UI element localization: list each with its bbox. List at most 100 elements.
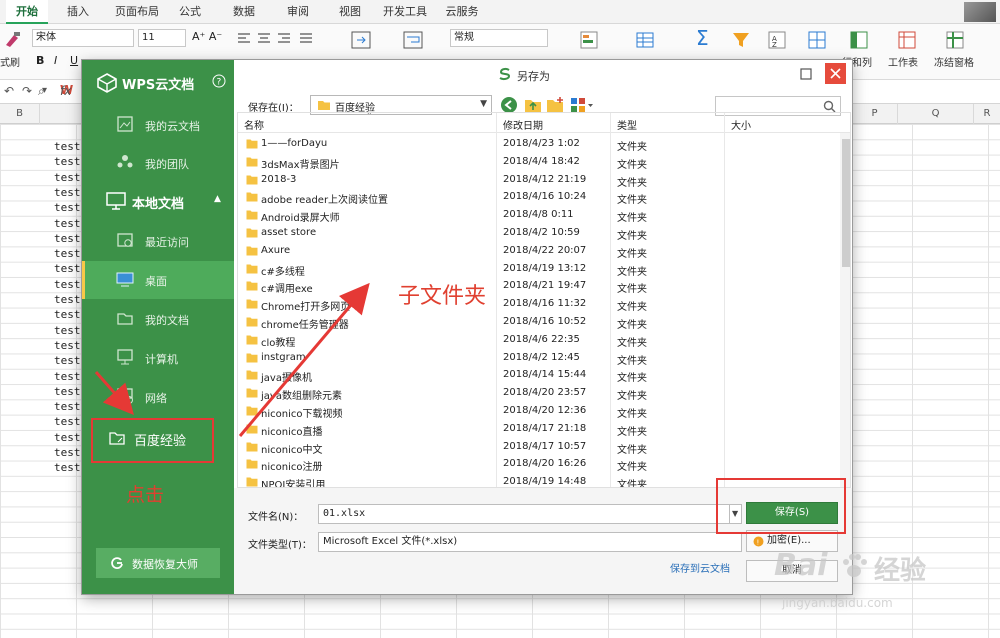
italic-icon[interactable]: I — [54, 54, 57, 67]
column-header-type[interactable]: 类型 — [617, 117, 637, 132]
worksheet-icon[interactable] — [896, 29, 918, 51]
underline-icon[interactable]: U — [70, 54, 78, 67]
sort-icon[interactable]: AZ — [766, 29, 788, 51]
file-row[interactable]: 1——forDayu 2018/4/23 1:02 文件夹 — [238, 135, 838, 153]
data-recovery-button[interactable]: 数据恢复大师 — [96, 548, 220, 578]
file-row[interactable]: Chrome打开多网页 2018/4/16 11:32 文件夹 — [238, 295, 838, 313]
grid-cell[interactable]: test — [54, 415, 81, 428]
menu-tab-data[interactable]: 数据 — [226, 0, 262, 24]
file-row[interactable]: java数组删除元素 2018/4/20 23:57 文件夹 — [238, 384, 838, 402]
column-header-b[interactable]: B — [0, 104, 40, 124]
help-icon[interactable]: ? — [212, 74, 226, 88]
freeze-panes-label[interactable]: 冻结窗格 — [934, 54, 974, 69]
file-row[interactable]: 2018-3 2018/4/12 21:19 文件夹 — [238, 171, 838, 189]
grid-cell[interactable]: test — [54, 247, 81, 260]
grid-cell[interactable]: test — [54, 262, 81, 275]
grid-cell[interactable]: test — [54, 186, 81, 199]
column-header-p[interactable]: P — [852, 104, 898, 124]
menu-tab-page-layout[interactable]: 页面布局 — [108, 0, 166, 24]
font-name-select[interactable]: 宋体 — [32, 29, 134, 47]
file-row[interactable]: java摄像机 2018/4/14 15:44 文件夹 — [238, 366, 838, 384]
menu-tab-formulas[interactable]: 公式 — [172, 0, 208, 24]
grid-cell[interactable]: test — [54, 324, 81, 337]
font-size-select[interactable]: 11 — [138, 29, 186, 47]
merge-icon[interactable] — [350, 29, 372, 51]
sum-icon[interactable]: Σ — [696, 26, 709, 50]
file-row[interactable]: c#调用exe 2018/4/21 19:47 文件夹 — [238, 277, 838, 295]
sidebar-item-computer[interactable]: 计算机 — [82, 339, 234, 377]
format-brush-icon[interactable] — [2, 29, 24, 51]
sidebar-item-my-cloud-docs[interactable]: 我的云文档 — [82, 106, 234, 144]
file-row[interactable]: Axure 2018/4/22 20:07 文件夹 — [238, 242, 838, 260]
grow-font-icon[interactable]: A⁺ A⁻ — [192, 30, 222, 43]
collapse-icon[interactable]: ▲ — [214, 194, 221, 204]
bold-icon[interactable]: B — [36, 54, 44, 67]
redo-icon[interactable]: ↷ — [22, 84, 32, 98]
grid-cell[interactable]: test — [54, 354, 81, 367]
fx-label[interactable]: fx — [60, 84, 71, 98]
table-style-icon[interactable] — [634, 29, 656, 51]
grid-cell[interactable]: test — [54, 155, 81, 168]
freeze-panes-icon[interactable] — [944, 29, 966, 51]
sidebar-item-desktop[interactable]: 桌面 — [82, 261, 234, 299]
scroll-thumb[interactable] — [842, 139, 850, 267]
grid-cell[interactable]: test — [54, 217, 81, 230]
sidebar-item-my-team[interactable]: 我的团队 — [82, 144, 234, 182]
menu-tab-developer[interactable]: 开发工具 — [380, 0, 430, 24]
save-to-cloud-link[interactable]: 保存到云文档 — [670, 560, 730, 575]
menu-tab-view[interactable]: 视图 — [332, 0, 368, 24]
grid-cell[interactable]: test — [54, 278, 81, 291]
row-column-icon[interactable] — [848, 29, 870, 51]
vertical-scrollbar[interactable] — [840, 133, 850, 487]
grid-cell[interactable]: test — [54, 140, 81, 153]
grid-cell[interactable]: test — [54, 232, 81, 245]
column-header-r[interactable]: R — [974, 104, 1000, 124]
file-row[interactable]: niconico注册 2018/4/20 16:26 文件夹 — [238, 455, 838, 473]
grid-cell[interactable]: test — [54, 293, 81, 306]
grid-cell[interactable]: test — [54, 370, 81, 383]
column-header-date[interactable]: 修改日期 — [503, 117, 543, 132]
filter-icon[interactable] — [730, 29, 752, 51]
zoom-icon[interactable]: ⌕ — [38, 84, 45, 99]
number-format-select[interactable]: 常规 — [450, 29, 548, 47]
file-row[interactable]: instgram 2018/4/2 12:45 文件夹 — [238, 349, 838, 367]
sidebar-item-network[interactable]: 网络 — [82, 378, 234, 416]
sidebar-item-my-documents[interactable]: 我的文档 — [82, 300, 234, 338]
wrap-text-icon[interactable] — [402, 29, 424, 51]
file-row[interactable]: clo教程 2018/4/6 22:35 文件夹 — [238, 331, 838, 349]
menu-tab-insert[interactable]: 插入 — [58, 0, 98, 24]
menu-tab-home[interactable]: 开始 — [6, 0, 48, 24]
column-header-size[interactable]: 大小 — [731, 117, 751, 132]
local-docs-section[interactable]: 本地文档 ▲ — [82, 184, 234, 218]
filename-input[interactable]: 01.xlsx — [318, 504, 730, 524]
file-row[interactable]: chrome任务管理器 2018/4/16 10:52 文件夹 — [238, 313, 838, 331]
grid-cell[interactable]: test — [54, 308, 81, 321]
undo-icon[interactable]: ↶ — [4, 84, 14, 98]
menu-tab-cloud[interactable]: 云服务 — [440, 0, 484, 24]
grid-cell[interactable]: test — [54, 201, 81, 214]
sidebar-item-recent[interactable]: 最近访问 — [82, 222, 234, 260]
file-row[interactable]: niconico中文 2018/4/17 10:57 文件夹 — [238, 438, 838, 456]
file-row[interactable]: Android录屏大师 2018/4/8 0:11 文件夹 — [238, 206, 838, 224]
worksheet-label[interactable]: 工作表 — [888, 54, 918, 69]
file-row[interactable]: niconico直播 2018/4/17 21:18 文件夹 — [238, 420, 838, 438]
filetype-select[interactable]: Microsoft Excel 文件(*.xlsx) — [318, 532, 742, 552]
file-row[interactable]: niconico下载视频 2018/4/20 12:36 文件夹 — [238, 402, 838, 420]
grid-cell[interactable]: test — [54, 339, 81, 352]
menu-tab-review[interactable]: 审阅 — [280, 0, 316, 24]
grid-cell[interactable]: test — [54, 385, 81, 398]
avatar[interactable] — [964, 2, 996, 22]
file-row[interactable]: 3dsMax背景图片 2018/4/4 18:42 文件夹 — [238, 153, 838, 171]
grid-cell[interactable]: test — [54, 400, 81, 413]
wps-cloud-header[interactable]: WPS云文档 ? — [82, 60, 234, 106]
maximize-icon[interactable] — [796, 64, 816, 84]
conditional-format-icon[interactable] — [578, 29, 600, 51]
grid-cell[interactable]: test — [54, 446, 81, 459]
file-row[interactable]: asset store 2018/4/2 10:59 文件夹 — [238, 224, 838, 242]
grid-cell[interactable]: test — [54, 431, 81, 444]
close-button[interactable] — [825, 63, 846, 84]
column-header-q[interactable]: Q — [898, 104, 974, 124]
align-icons[interactable] — [236, 29, 326, 51]
file-row[interactable]: adobe reader上次阅读位置 2018/4/16 10:24 文件夹 — [238, 188, 838, 206]
format-cells-icon[interactable] — [806, 29, 828, 51]
